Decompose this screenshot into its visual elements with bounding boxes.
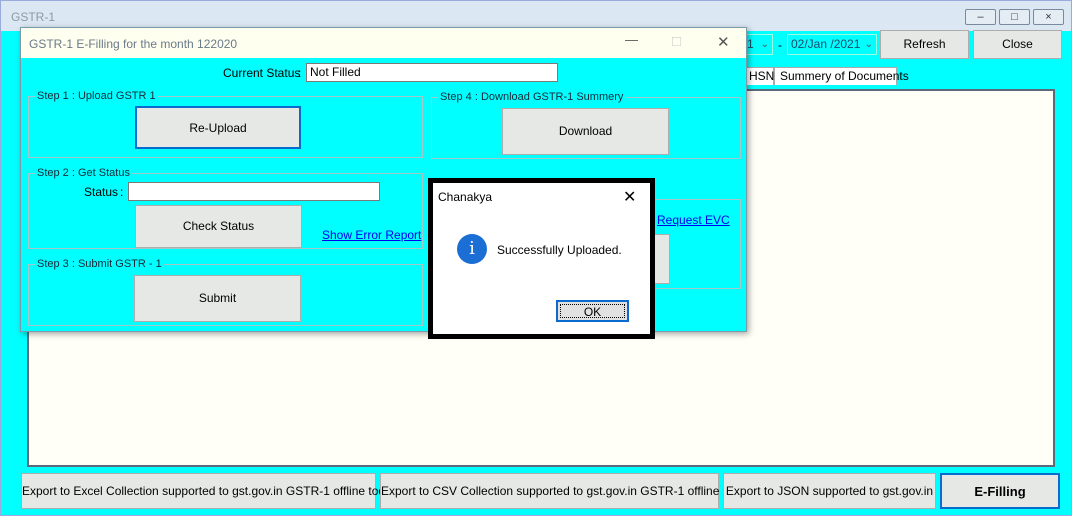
chevron-down-icon: ⌄	[864, 39, 873, 50]
chevron-down-icon: ⌄	[760, 39, 769, 50]
month-combo-value: 1	[747, 37, 754, 51]
step3-group: Step 3 : Submit GSTR - 1 Submit	[28, 257, 423, 326]
show-error-report-link[interactable]: Show Error Report	[322, 228, 421, 242]
month-combo[interactable]: 1 ⌄	[743, 34, 773, 55]
minimize-icon: –	[977, 11, 984, 23]
tab-summery-of-documents[interactable]: Summery of Documents	[774, 67, 909, 85]
tab-hsn[interactable]: HSN	[743, 67, 774, 85]
download-button[interactable]: Download	[502, 108, 669, 155]
message-box-title: Chanakya	[438, 190, 493, 204]
step2-group: Step 2 : Get Status Status : Check Statu…	[28, 166, 423, 249]
e-filling-title-bar: GSTR-1 E-Filling for the month 122020 — …	[21, 28, 746, 58]
current-status-field[interactable]: Not Filled	[306, 63, 558, 82]
step1-label: Step 1 : Upload GSTR 1	[35, 89, 158, 103]
status-field[interactable]	[128, 182, 380, 201]
export-csv-button[interactable]: Export to CSV Collection supported to gs…	[380, 473, 742, 509]
main-close-button[interactable]: ×	[1033, 9, 1064, 25]
step3-label: Step 3 : Submit GSTR - 1	[35, 257, 164, 271]
close-button[interactable]: Close	[973, 30, 1062, 59]
request-evc-link[interactable]: Request EVC	[657, 213, 730, 227]
dialog-minimize-button[interactable]: —	[625, 32, 638, 47]
date-picker[interactable]: 02/Jan /2021 ⌄	[787, 34, 877, 55]
step4-group: Step 4 : Download GSTR-1 Summery Downloa…	[431, 90, 741, 159]
status-colon: :	[120, 185, 124, 199]
re-upload-button[interactable]: Re-Upload	[135, 106, 301, 149]
export-excel-button[interactable]: Export to Excel Collection supported to …	[21, 473, 388, 509]
dialog-maximize-button[interactable]: □	[672, 33, 681, 50]
main-window-title: GSTR-1	[11, 10, 56, 24]
message-box-highlight-frame: Chanakya ✕ i Successfully Uploaded. OK	[428, 178, 655, 339]
date-value: 02/Jan /2021	[791, 37, 861, 51]
check-status-button[interactable]: Check Status	[135, 205, 302, 248]
message-text: Successfully Uploaded.	[497, 243, 622, 257]
date-separator: -	[778, 38, 782, 52]
main-maximize-button[interactable]: □	[999, 9, 1030, 25]
ok-button[interactable]: OK	[556, 300, 629, 322]
submit-button[interactable]: Submit	[134, 275, 301, 322]
e-filling-button[interactable]: E-Filling	[940, 473, 1060, 509]
ok-button-label: OK	[560, 304, 625, 319]
e-filling-dialog-title: GSTR-1 E-Filling for the month 122020	[29, 37, 238, 51]
export-json-button[interactable]: Export to JSON supported to gst.gov.in	[723, 473, 936, 509]
maximize-icon: □	[1011, 11, 1018, 23]
message-box-close-button[interactable]: ✕	[623, 187, 636, 207]
info-icon: i	[457, 234, 487, 264]
current-status-colon: :	[298, 66, 302, 80]
current-status-label: Current Status	[223, 66, 301, 80]
dialog-close-button[interactable]: ✕	[717, 33, 730, 51]
step4-label: Step 4 : Download GSTR-1 Summery	[438, 90, 626, 104]
step2-label: Step 2 : Get Status	[35, 166, 132, 180]
status-label: Status	[84, 185, 119, 199]
refresh-button[interactable]: Refresh	[880, 30, 969, 59]
main-minimize-button[interactable]: –	[965, 9, 996, 25]
step1-group: Step 1 : Upload GSTR 1 Re-Upload	[28, 89, 423, 158]
close-icon: ×	[1045, 11, 1052, 23]
message-box: Chanakya ✕ i Successfully Uploaded. OK	[433, 183, 650, 334]
